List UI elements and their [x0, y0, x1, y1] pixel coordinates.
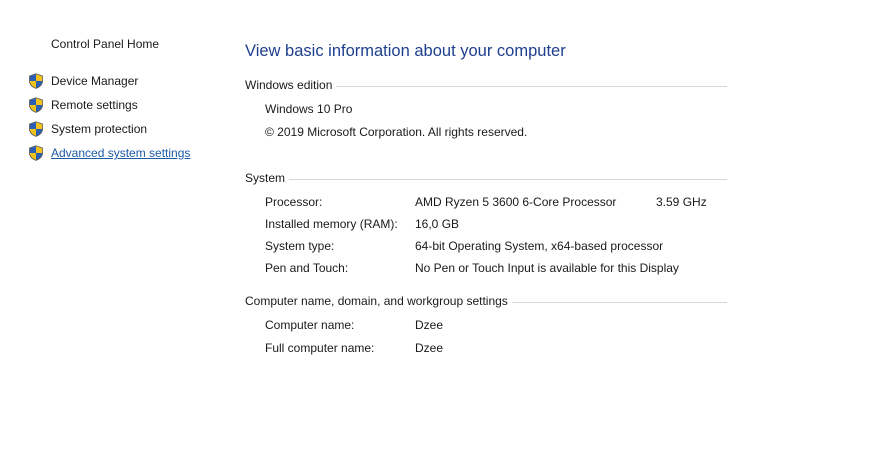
info-value: No Pen or Touch Input is available for t…: [415, 261, 679, 275]
section-header-system: System: [245, 170, 727, 186]
info-value: 16,0 GB: [415, 217, 460, 231]
info-value: AMD Ryzen 5 3600 6-Core Processor: [415, 195, 617, 209]
section-header-label: Computer name, domain, and workgroup set…: [245, 294, 508, 308]
info-key: Computer name:: [265, 318, 355, 332]
info-key: Full computer name:: [265, 341, 375, 355]
sidebar-item-remote-settings[interactable]: Remote settings: [28, 96, 138, 114]
info-value: Dzee: [415, 318, 444, 332]
section-divider: [511, 301, 727, 303]
control-panel-home-link[interactable]: Control Panel Home: [51, 37, 159, 51]
info-key: Processor:: [265, 195, 323, 209]
info-key: System type:: [265, 239, 335, 253]
sidebar-item-label: Advanced system settings: [51, 146, 191, 160]
system-window: Control Panel Home Device Manager Remote…: [0, 0, 870, 468]
section-header-label: System: [245, 171, 286, 185]
sidebar-item-device-manager[interactable]: Device Manager: [28, 72, 138, 90]
uac-shield-icon: [28, 145, 44, 161]
info-value: Dzee: [415, 341, 444, 355]
uac-shield-icon: [28, 97, 44, 113]
sidebar-item-advanced-system-settings[interactable]: Advanced system settings: [28, 144, 190, 162]
info-value: 64-bit Operating System, x64-based proce…: [415, 239, 664, 253]
section-header-windows-edition: Windows edition: [245, 77, 727, 93]
section-divider: [289, 178, 727, 180]
copyright-text: © 2019 Microsoft Corporation. All rights…: [265, 125, 528, 139]
sidebar-item-label: System protection: [51, 122, 148, 136]
section-header-computer-name: Computer name, domain, and workgroup set…: [245, 293, 727, 309]
section-divider: [336, 85, 727, 87]
page-title: View basic information about your comput…: [245, 42, 566, 60]
sidebar-item-system-protection[interactable]: System protection: [28, 120, 147, 138]
sidebar-item-label: Device Manager: [51, 74, 139, 88]
info-value-extra: 3.59 GHz: [656, 195, 707, 209]
sidebar-item-label: Remote settings: [51, 98, 138, 112]
uac-shield-icon: [28, 73, 44, 89]
windows-edition-value: Windows 10 Pro: [265, 102, 353, 116]
uac-shield-icon: [28, 121, 44, 137]
info-key: Installed memory (RAM):: [265, 217, 398, 231]
section-header-label: Windows edition: [245, 78, 333, 92]
info-key: Pen and Touch:: [265, 261, 349, 275]
